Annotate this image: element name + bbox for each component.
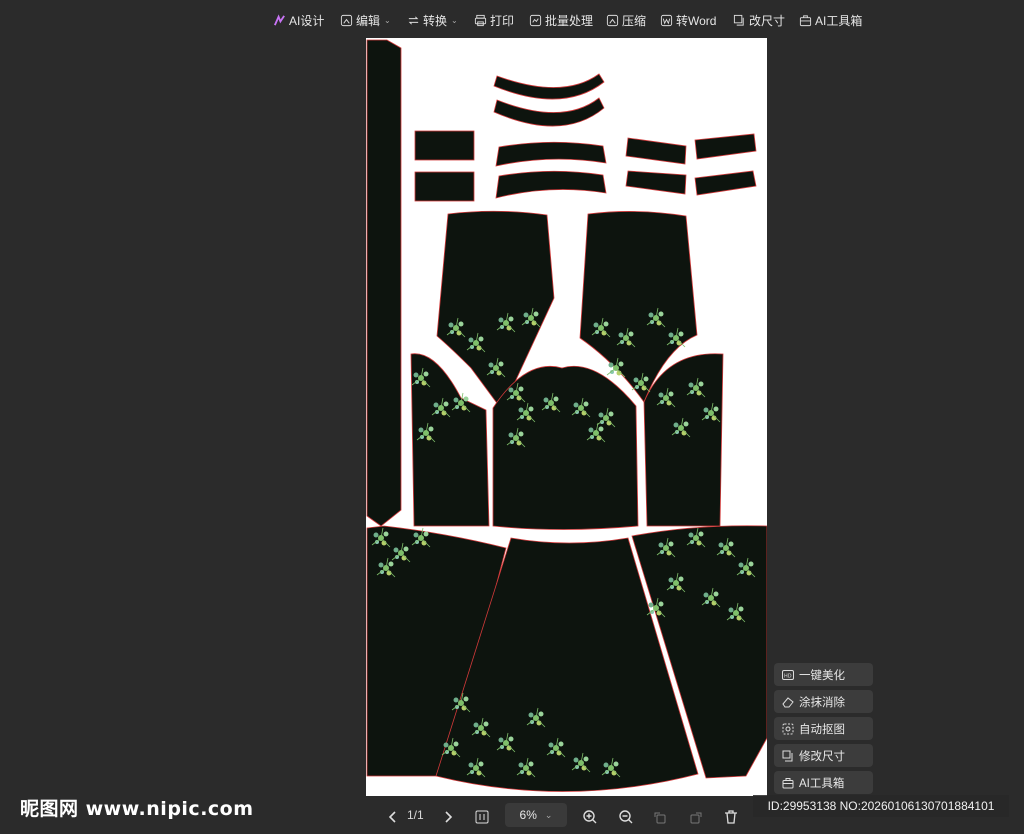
toolbox-icon xyxy=(782,777,794,788)
printer-icon xyxy=(474,14,487,26)
site-watermark: 昵图网 www.nipic.com xyxy=(20,798,254,820)
word-icon xyxy=(660,14,673,26)
one-click-beautify-label: 一键美化 xyxy=(799,669,845,682)
svg-text:HD: HD xyxy=(784,673,792,679)
to-word-label: 转Word xyxy=(676,13,717,28)
zoom-value: 6% xyxy=(519,808,537,822)
image-id-watermark: ID:29953138 NO:20260106130701884101 xyxy=(753,795,1009,817)
chevron-down-icon: ⌄ xyxy=(544,809,553,820)
garment-pattern-image xyxy=(366,39,767,792)
to-word-button[interactable]: 转Word xyxy=(660,10,716,30)
zoom-in-button[interactable] xyxy=(580,806,600,828)
one-click-beautify-button[interactable]: HD 一键美化 xyxy=(774,663,873,686)
compress-icon xyxy=(606,14,619,26)
page-indicator: 1/1 xyxy=(407,808,424,822)
convert-button[interactable]: 转换 ⌄ xyxy=(407,10,458,30)
rotate-left-button[interactable] xyxy=(650,806,670,828)
zoom-in-icon xyxy=(583,810,597,824)
edit-icon xyxy=(340,14,353,26)
chevron-down-icon: ⌄ xyxy=(384,15,391,25)
toolbox-icon xyxy=(799,14,812,26)
rotate-right-icon xyxy=(690,812,702,824)
trash-icon xyxy=(725,810,737,824)
zoom-out-button[interactable] xyxy=(616,806,636,828)
modify-size-button[interactable]: 修改尺寸 xyxy=(774,744,873,767)
fit-page-button[interactable] xyxy=(472,806,492,828)
batch-button[interactable]: 批量处理 xyxy=(529,10,593,30)
delete-button[interactable] xyxy=(721,806,741,828)
print-button[interactable]: 打印 xyxy=(474,10,514,30)
hd-icon: HD xyxy=(782,669,794,680)
document-page[interactable] xyxy=(366,38,767,796)
auto-cutout-label: 自动抠图 xyxy=(799,723,845,736)
batch-icon xyxy=(529,14,542,26)
ai-toolbox-button[interactable]: AI工具箱 xyxy=(799,10,862,30)
resize-icon xyxy=(733,14,744,26)
convert-icon xyxy=(408,15,419,25)
chevron-left-icon xyxy=(388,811,396,823)
prev-page-button[interactable] xyxy=(384,806,402,828)
ai-design-label: AI设计 xyxy=(289,13,325,28)
auto-cutout-button[interactable]: 自动抠图 xyxy=(774,717,873,740)
modify-size-label: 修改尺寸 xyxy=(799,750,845,763)
compress-label: 压缩 xyxy=(622,13,647,28)
zoom-select[interactable]: 6% ⌄ xyxy=(505,803,567,827)
top-toolbar: AI设计 编辑 ⌄ 转换 ⌄ 打印 批量处理 压缩 转Word 改尺寸 AI工具… xyxy=(0,0,1024,38)
ai-design-button[interactable]: AI设计 xyxy=(273,10,324,30)
side-ai-toolbox-button[interactable]: AI工具箱 xyxy=(774,771,873,794)
ai-toolbox-label: AI工具箱 xyxy=(815,13,863,28)
edit-label: 编辑 xyxy=(356,13,381,28)
print-label: 打印 xyxy=(490,13,515,28)
cutout-icon xyxy=(782,723,794,734)
resize-icon xyxy=(782,750,793,761)
convert-label: 转换 xyxy=(423,13,448,28)
smear-erase-button[interactable]: 涂抹消除 xyxy=(774,690,873,713)
fit-page-icon xyxy=(475,810,489,824)
smear-erase-label: 涂抹消除 xyxy=(799,696,845,709)
batch-label: 批量处理 xyxy=(545,13,594,28)
chevron-right-icon xyxy=(445,811,453,823)
chevron-down-icon: ⌄ xyxy=(451,15,458,25)
compress-button[interactable]: 压缩 xyxy=(606,10,646,30)
quick-action-panel: HD 一键美化 涂抹消除 自动抠图 修改尺寸 AI工具箱 xyxy=(774,663,873,798)
resize-button[interactable]: 改尺寸 xyxy=(733,10,785,30)
side-ai-toolbox-label: AI工具箱 xyxy=(799,777,845,790)
rotate-left-icon xyxy=(654,812,666,824)
rotate-right-button[interactable] xyxy=(686,806,706,828)
resize-label: 改尺寸 xyxy=(749,13,786,28)
zoom-out-icon xyxy=(619,810,633,824)
edit-button[interactable]: 编辑 ⌄ xyxy=(340,10,391,30)
next-page-button[interactable] xyxy=(439,806,457,828)
eraser-icon xyxy=(782,696,794,707)
ai-design-icon xyxy=(274,13,285,26)
